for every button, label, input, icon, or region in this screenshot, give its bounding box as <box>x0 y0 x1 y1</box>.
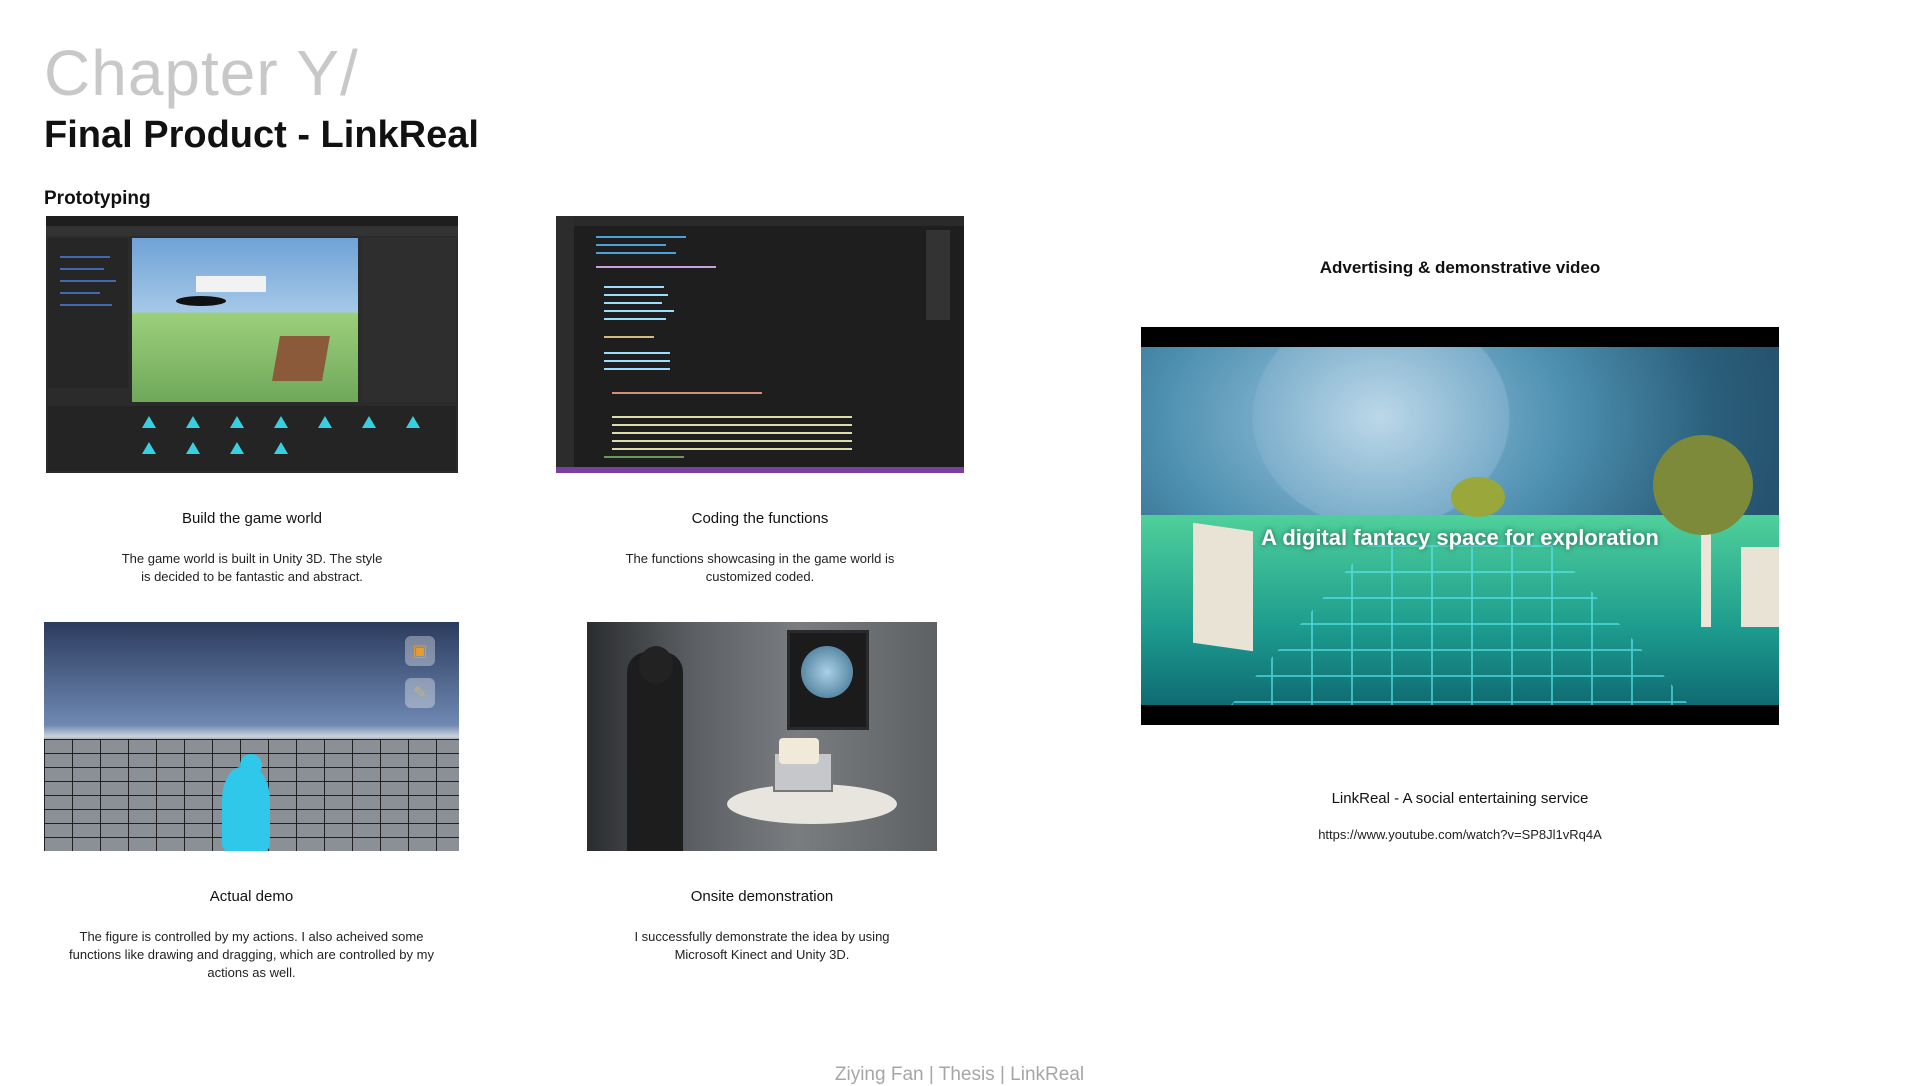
card-caption-onsite: Onsite demonstration <box>690 888 834 905</box>
card-description-actual-demo: The figure is controlled by my actions. … <box>69 929 434 980</box>
video-url-link[interactable]: https://www.youtube.com/watch?v=SP8Jl1vR… <box>1140 826 1780 844</box>
page-title: Final Product - LinkReal <box>44 114 479 156</box>
card-caption-coding: Coding the functions <box>691 510 829 527</box>
video-player[interactable]: A digital fantacy space for exploration <box>1141 327 1779 725</box>
card-caption-game-world: Build the game world <box>181 510 323 527</box>
card-caption-actual-demo: Actual demo <box>209 888 294 905</box>
section-label: Prototyping <box>44 188 151 209</box>
onsite-demo-photo <box>587 622 937 851</box>
image-icon[interactable]: ▣ <box>405 636 435 666</box>
unity-editor-screenshot <box>46 216 458 473</box>
brush-icon[interactable]: ✎ <box>405 678 435 708</box>
card-description-coding: The functions showcasing in the game wor… <box>625 551 895 584</box>
actual-demo-screenshot: ▣ ✎ <box>44 622 459 851</box>
card-description-game-world: The game world is built in Unity 3D. The… <box>121 551 383 584</box>
footer-text: Ziying Fan | Thesis | LinkReal <box>834 1064 1085 1085</box>
video-caption: LinkReal - A social entertaining service <box>1331 790 1589 807</box>
chapter-label: Chapter Y/ <box>44 37 359 109</box>
card-description-onsite: I successfully demonstrate the idea by u… <box>634 929 890 962</box>
video-overlay-text: A digital fantacy space for exploration <box>1261 525 1659 550</box>
video-heading: Advertising & demonstrative video <box>1319 258 1601 277</box>
code-editor-screenshot <box>556 216 964 473</box>
